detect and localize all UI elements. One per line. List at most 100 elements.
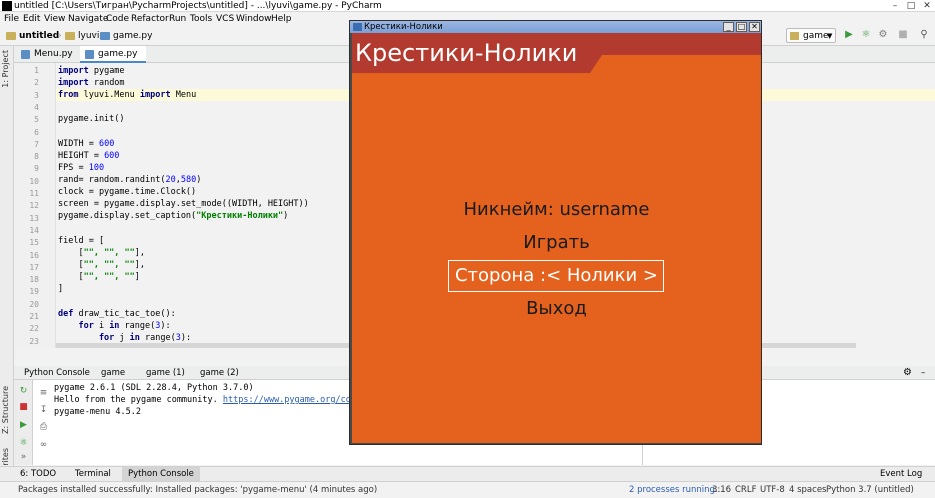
tab-game-1[interactable]: game (1) [146,366,185,380]
line-number-gutter: 1 2 3 4 5 6 7 8 9 10 11 12 13 14 15 16 17 18 19 20 21 22 23 [14,63,56,348]
line-number: 2 [34,78,39,88]
breadcrumb-file[interactable]: game.py [100,29,152,43]
rerun-icon[interactable]: ↻ [18,386,29,397]
terminal-tool-button[interactable]: Terminal [75,467,111,482]
line-separator[interactable]: CRLF [735,482,756,498]
maximize-icon[interactable]: □ [904,0,918,12]
menu-help[interactable]: Help [271,12,292,26]
line-number: 1 [34,66,39,75]
menu-run[interactable]: Run [169,12,186,26]
background-processes[interactable]: 2 processes running... [629,482,723,498]
show-variables-icon[interactable]: ∞ [38,440,49,451]
menu-tools[interactable]: Tools [190,12,212,26]
soft-wrap-icon[interactable]: ≡ [38,388,49,399]
close-icon[interactable]: ✕ [749,22,760,32]
code-line: ["", "", ""] [58,272,140,282]
minimize-icon[interactable]: _ [723,22,734,32]
debug-icon[interactable]: ⚛ [18,438,29,449]
ide-window-title: untitled [C:\Users\Тигран\PycharmProject… [14,1,382,11]
close-icon[interactable]: ✕ [920,0,934,12]
project-tool-button[interactable]: 1: Project [1,50,10,88]
todo-tool-button[interactable]: 6: TODO [20,467,56,482]
console-line: Hello from the pygame community. https:/… [54,395,367,405]
line-number: 23 [29,336,39,346]
code-line: ["", "", ""], [58,248,146,258]
menu-window[interactable]: Window [236,12,272,26]
folder-icon [65,31,75,40]
line-number: 13 [29,213,39,223]
print-icon[interactable]: ⎙ [38,422,49,433]
pycharm-app-icon [2,1,12,11]
breadcrumb-project[interactable]: untitled [6,29,59,43]
code-line: WIDTH = 600 [58,139,115,149]
coverage-icon[interactable]: ⚙ [877,29,889,41]
play-button[interactable]: Играть [352,231,761,255]
breadcrumb-separator: › [93,31,97,41]
console-toolbar: ↻ ■ ▶ ⚛ » [14,380,33,465]
line-number: 3 [34,90,39,100]
search-icon[interactable]: ⚲ [918,29,930,41]
python-interpreter[interactable]: Python 3.7 (untitled) [826,482,914,498]
code-line: from lyuvi.Menu import Menu [58,90,197,100]
maximize-icon[interactable]: □ [736,22,747,32]
code-line: for i in range(3): [58,321,171,331]
python-icon [790,32,799,40]
run-config-label: game [803,31,829,41]
file-encoding[interactable]: UTF-8 [760,482,785,498]
stop-icon[interactable]: ■ [18,402,29,413]
line-number: 14 [29,225,39,235]
line-number: 22 [29,324,39,334]
code-line: clock = pygame.time.Clock() [58,187,197,197]
caret-position[interactable]: 3:16 [712,482,731,498]
line-number: 8 [34,152,39,162]
menu-refactor[interactable]: Refactor [131,12,169,26]
scroll-to-end-icon[interactable]: ↧ [38,405,49,416]
event-log-tool-button[interactable]: Event Log [880,467,922,482]
python-console-tool-button[interactable]: Python Console [122,467,200,482]
ide-title-bar: untitled [C:\Users\Тигран\PycharmProject… [0,0,935,12]
menu-view[interactable]: View [44,12,65,26]
gear-icon[interactable]: ⚙ [903,366,912,380]
line-number: 10 [29,176,39,186]
side-selector[interactable]: Сторона :< Нолики > [352,264,761,288]
line-number: 21 [29,312,39,321]
line-number: 18 [29,275,39,285]
hide-panel-icon[interactable]: – [921,366,925,380]
python-file-icon [21,50,30,59]
exit-button[interactable]: Выход [352,297,761,321]
folder-icon [6,31,16,40]
structure-tool-button[interactable]: Z: Structure [1,386,10,434]
menu-edit[interactable]: Edit [23,12,40,26]
pygame-link[interactable]: https://www.pygame.org/contr [223,395,366,405]
menu-code[interactable]: Code [106,12,129,26]
status-message[interactable]: Packages installed successfully: Install… [18,482,377,498]
code-line: def draw_tic_tac_toe(): [58,309,176,319]
run-icon[interactable]: ▶ [843,29,855,41]
minimize-icon[interactable]: – [888,0,902,12]
stop-icon[interactable]: ■ [897,29,909,41]
tab-game-py[interactable]: game.py [80,46,146,63]
tab-python-console[interactable]: Python Console [24,366,90,380]
code-line: import random [58,78,125,88]
line-number: 20 [29,299,39,309]
tab-menu-py[interactable]: Menu.py [16,46,78,63]
run-configuration-select[interactable]: game ▼ [786,28,836,43]
chevron-down-icon: ▼ [827,32,833,40]
line-number: 19 [29,287,39,297]
tab-game[interactable]: game [101,366,125,380]
debug-icon[interactable]: ⚛ [860,29,872,41]
menu-navigate[interactable]: Navigate [68,12,108,26]
indent-setting[interactable]: 4 spaces [789,482,826,498]
nickname-field[interactable]: Никнейм: username [352,198,761,222]
code-line: FPS = 100 [58,163,105,173]
game-window-title-bar[interactable]: Крестики-Нолики _ □ ✕ [350,21,761,33]
run-icon[interactable]: ▶ [18,420,29,431]
more-icon[interactable]: » [18,452,29,463]
menu-title: Крестики-Нолики [355,39,578,67]
menu-file[interactable]: File [4,12,19,26]
menu-vcs[interactable]: VCS [216,12,234,26]
python-file-icon [85,50,94,59]
code-line: screen = pygame.display.set_mode((WIDTH,… [58,199,309,209]
left-tool-strip: 1: Project Z: Structure 2: Favorites [0,46,14,494]
code-line: field = [ [58,236,105,246]
